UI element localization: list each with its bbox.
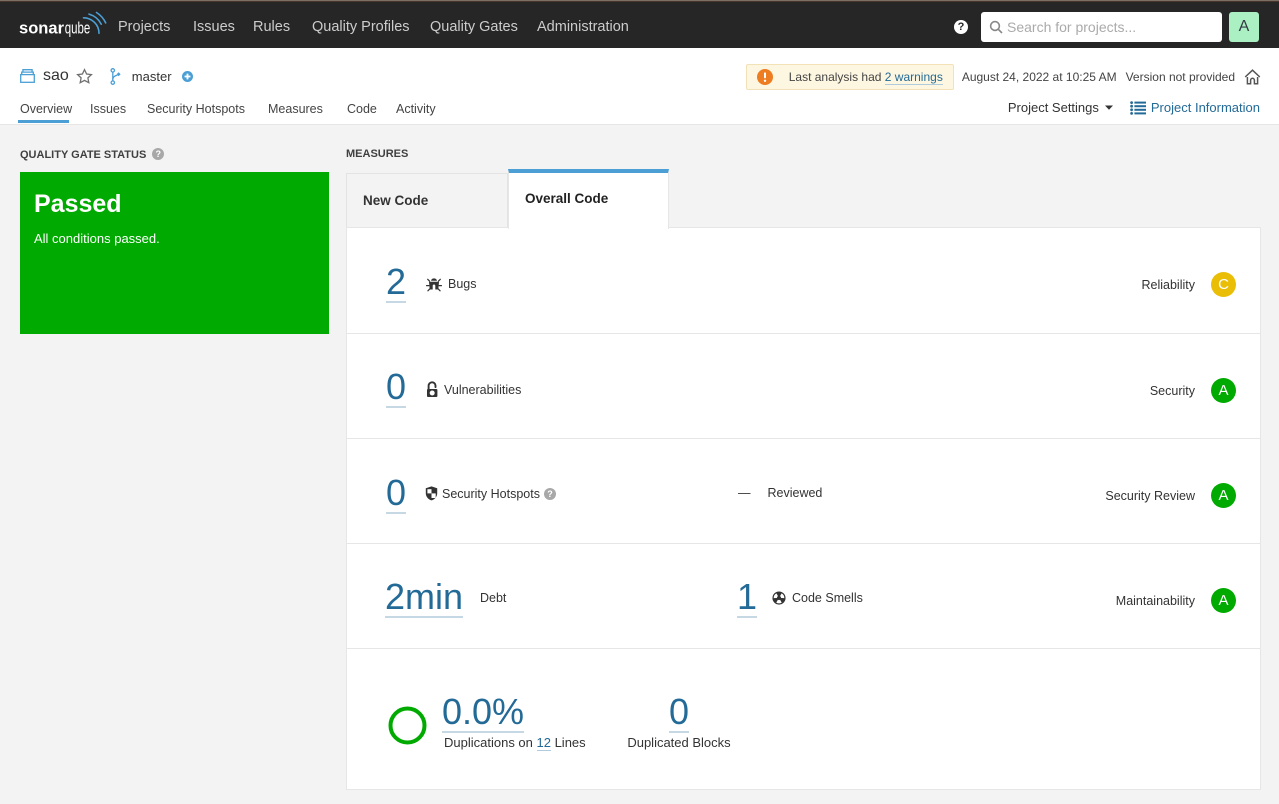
svg-text:sonar: sonar [19, 19, 65, 37]
svg-text:qube: qube [64, 19, 90, 37]
